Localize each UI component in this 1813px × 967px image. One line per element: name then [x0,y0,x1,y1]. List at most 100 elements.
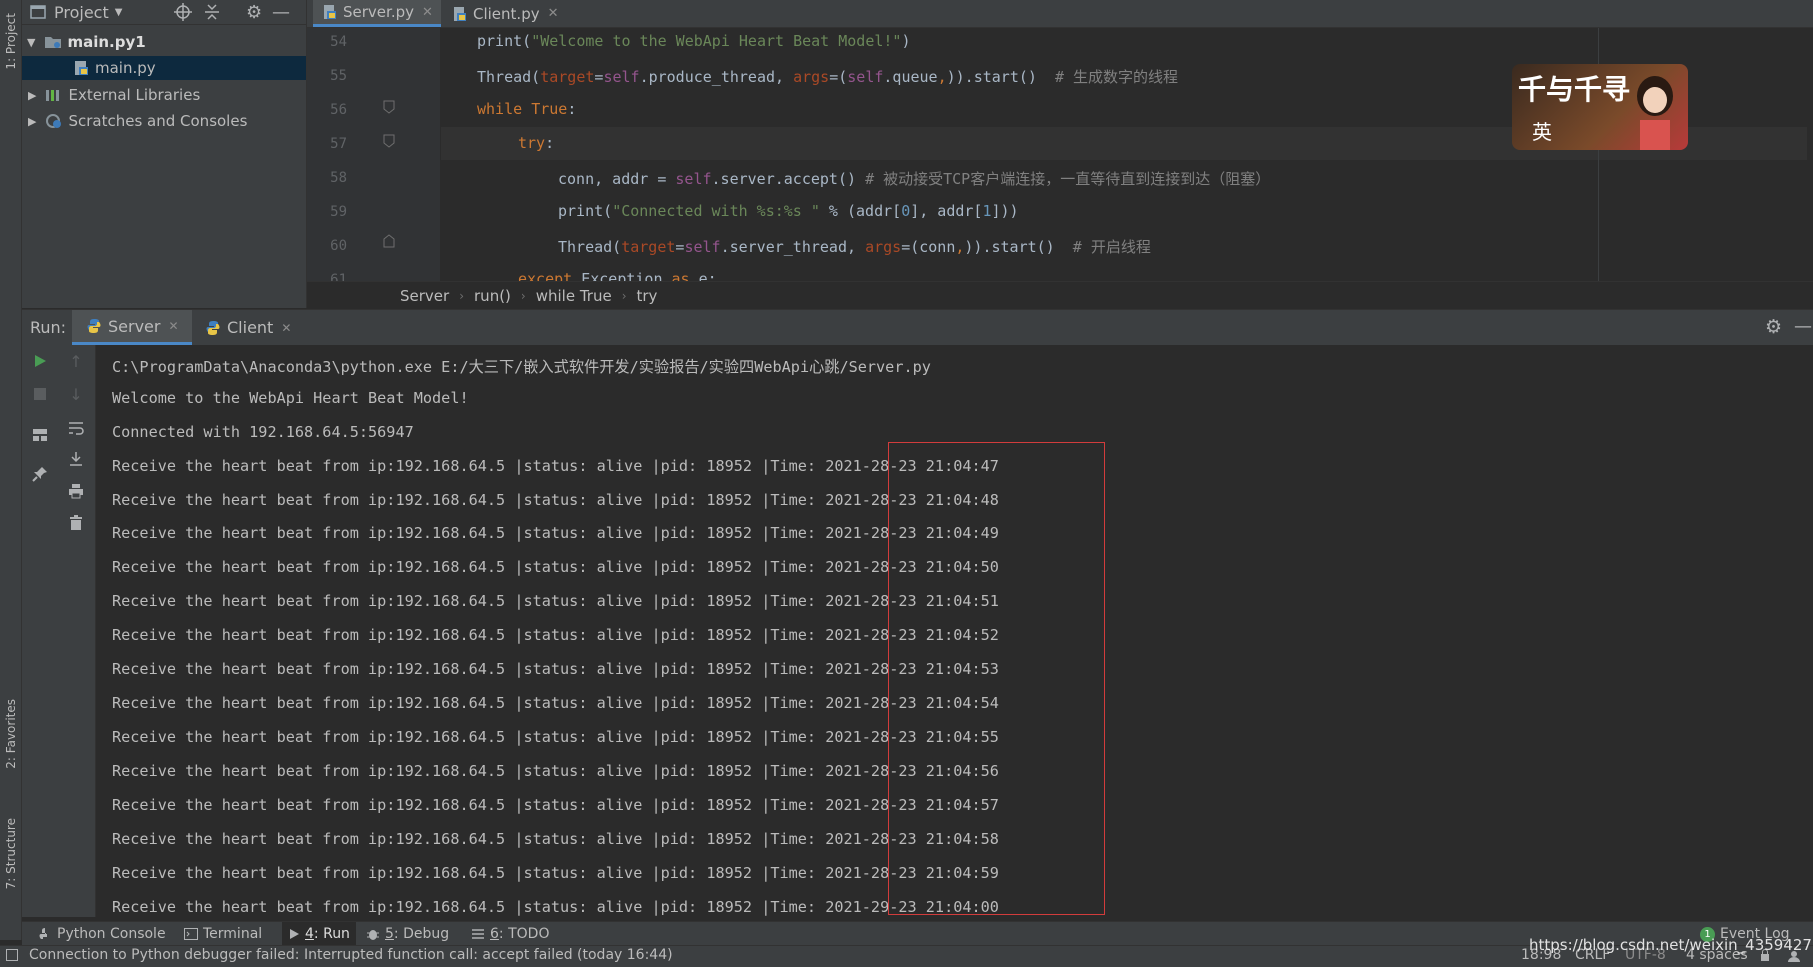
run-icon [288,928,300,940]
editor-tab-bar: Server.py ✕ Client.py ✕ [307,0,1813,28]
arrow-up-icon[interactable]: ↑ [66,351,86,371]
project-view-selector[interactable]: Project ▼ [54,3,122,22]
rerun-icon[interactable] [30,351,50,371]
soft-wrap-icon[interactable] [66,418,86,438]
collapse-all-icon[interactable] [203,3,221,21]
console-line: Welcome to the WebApi Heart Beat Model! [112,389,469,407]
console-line: Receive the heart beat from ip:192.168.6… [112,558,999,576]
code-line-55: Thread(target=self.produce_thread, args=… [477,68,1179,86]
scroll-to-end-icon[interactable] [66,449,86,469]
print-icon[interactable] [66,481,86,501]
tab-terminal[interactable]: Terminal [184,922,262,946]
minimize-icon[interactable]: — [1794,316,1812,337]
collapsed-arrow-icon: ▶ [28,88,37,102]
project-tool-tab[interactable]: 1: Project [2,4,19,78]
close-tab-icon[interactable]: ✕ [168,319,178,333]
gear-icon[interactable]: ⚙ [1765,316,1782,338]
code-line-56: while True: [477,100,577,118]
status-message[interactable]: Connection to Python debugger failed: In… [29,947,673,963]
tab-python-console[interactable]: Python Console [38,922,166,946]
line-number: 60 [330,238,347,254]
breadcrumb-separator-icon: › [520,289,526,303]
fold-marker-icon[interactable] [383,134,395,148]
console-line: Receive the heart beat from ip:192.168.6… [112,830,999,848]
spirited-away-sticker: 千与千寻 英 [1512,64,1688,150]
project-view-icon [30,5,46,19]
status-toggle-icon[interactable] [6,949,18,961]
project-panel-header: Project ▼ ⚙ — [22,0,306,25]
breadcrumb-item[interactable]: try [637,287,658,305]
breadcrumb-separator-icon: › [459,289,465,303]
code-line-57: try: [518,134,555,152]
breadcrumb: Server › run() › while True › try [307,281,1813,310]
tree-item-main-py[interactable]: main.py [22,56,306,80]
timestamp-highlight-box [888,442,1105,915]
favorites-tool-tab[interactable]: 2: Favorites [2,688,19,780]
editor-scrollbar[interactable] [1807,28,1813,281]
run-label: Run: [30,318,67,337]
folder-icon [44,35,62,49]
layout-icon[interactable] [30,425,50,445]
console-line: C:\ProgramData\Anaconda3\python.exe E:/大… [112,358,931,376]
breadcrumb-item[interactable]: while True [536,287,612,305]
console-scrollbar[interactable] [1807,345,1813,917]
python-console-icon [38,927,52,941]
run-tab-server[interactable]: Server ✕ [72,310,192,345]
run-toolbar-secondary: ↑ ↓ [58,345,96,917]
line-number: 58 [330,170,347,186]
project-panel: Project ▼ ⚙ — ▼ main.py1 main.py ▶ Exter… [22,0,307,308]
fold-marker-icon[interactable] [383,100,395,114]
run-tab-client[interactable]: Client ✕ [205,310,291,345]
trash-icon[interactable] [66,513,86,533]
tree-item-scratches[interactable]: ▶ Scratches and Consoles [22,109,306,133]
tab-client-py[interactable]: Client.py ✕ [443,0,565,27]
line-number: 56 [330,102,347,118]
fold-marker-icon[interactable] [383,234,395,248]
code-line-59: print("Connected with %s:%s " % (addr[0]… [558,202,1019,220]
tree-item-main-py1[interactable]: ▼ main.py1 [22,30,306,54]
python-icon [86,318,102,334]
gear-icon[interactable]: ⚙ [246,2,262,23]
python-icon [205,320,221,336]
close-tab-icon[interactable]: ✕ [422,5,433,20]
line-number: 54 [330,34,347,50]
console-line: Receive the heart beat from ip:192.168.6… [112,796,999,814]
tab-server-py[interactable]: Server.py ✕ [313,0,441,27]
structure-tool-tab[interactable]: 7: Structure [2,806,19,902]
todo-icon [471,928,485,940]
terminal-icon [184,928,198,940]
close-tab-icon[interactable]: ✕ [548,6,559,21]
chevron-down-icon: ▼ [114,6,123,18]
code-line-60: Thread(target=self.server_thread, args=(… [558,238,1151,256]
python-file-icon [73,60,89,76]
stop-icon[interactable] [30,384,50,404]
code-editor[interactable]: print("Welcome to the WebApi Heart Beat … [441,28,1813,281]
breadcrumb-item[interactable]: Server [400,287,449,305]
console-line: Receive the heart beat from ip:192.168.6… [112,491,999,509]
code-line-54: print("Welcome to the WebApi Heart Beat … [477,32,911,50]
close-tab-icon[interactable]: ✕ [281,321,291,335]
debug-icon [366,927,380,941]
console-line: Receive the heart beat from ip:192.168.6… [112,728,999,746]
console-line: Connected with 192.168.64.5:56947 [112,423,414,441]
line-number: 59 [330,204,347,220]
tab-debug[interactable]: 5: Debug [366,922,449,946]
line-number: 55 [330,68,347,84]
character-icon [1630,70,1680,150]
collapsed-arrow-icon: ▶ [28,114,37,128]
library-icon [45,88,63,102]
scratches-icon [45,113,63,129]
console-line: Receive the heart beat from ip:192.168.6… [112,864,999,882]
line-number: 57 [330,136,347,152]
run-panel-header: Run: Server ✕ Client ✕ ⚙ — [22,309,1813,346]
tab-todo[interactable]: 6: TODO [471,922,549,946]
locate-icon[interactable] [174,3,192,21]
breadcrumb-item[interactable]: run() [474,287,511,305]
console-line: Receive the heart beat from ip:192.168.6… [112,524,999,542]
minimize-icon[interactable]: — [272,2,290,23]
tree-item-external-libraries[interactable]: ▶ External Libraries [22,83,306,107]
console-line: Receive the heart beat from ip:192.168.6… [112,592,999,610]
arrow-down-icon[interactable]: ↓ [66,384,86,404]
tab-run[interactable]: 4: Run [282,922,356,946]
pin-icon[interactable] [30,464,50,484]
